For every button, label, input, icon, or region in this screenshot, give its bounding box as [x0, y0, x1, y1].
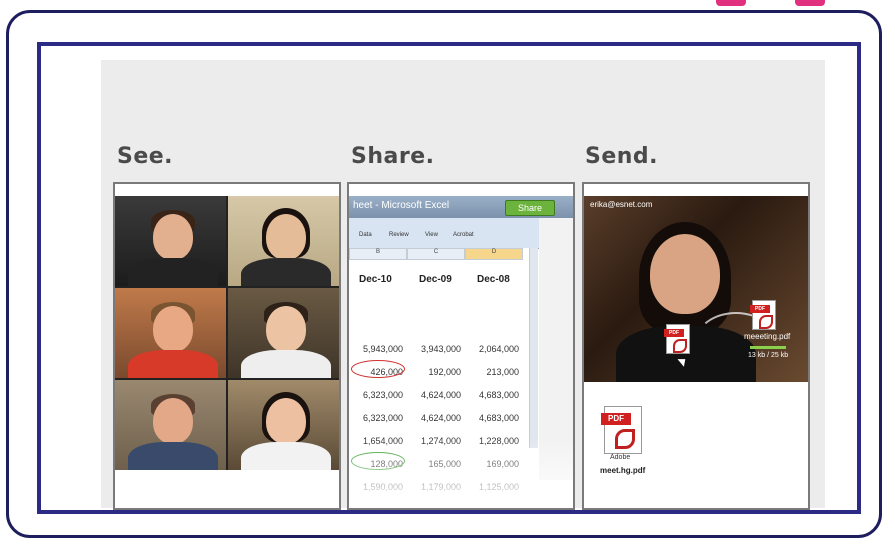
pdf-badge: PDF — [750, 305, 770, 313]
video-tile — [115, 380, 226, 470]
participant-body — [241, 258, 331, 286]
video-tile — [228, 288, 339, 378]
video-tile — [228, 196, 339, 286]
ribbon-tab-review[interactable]: Review — [389, 232, 409, 238]
share-panel: heet - Microsoft Excel Share Data Review… — [347, 182, 575, 510]
excel-ribbon: Data Review View Acrobat — [349, 218, 539, 249]
participant-face — [153, 398, 193, 444]
month-header-dec10: Dec-10 — [359, 274, 392, 285]
acrobat-swirl-icon — [673, 339, 687, 353]
send-video-feed: erika@esnet.com PDF PDF meeeting.pdf 13 … — [584, 196, 808, 382]
table-cell[interactable]: 4,683,000 — [465, 390, 519, 400]
table-cell[interactable]: 213,000 — [465, 367, 519, 377]
participant-face — [153, 306, 193, 352]
corner-badge-2 — [795, 0, 825, 6]
panel-fade — [349, 438, 573, 508]
table-cell[interactable]: 4,624,000 — [407, 413, 461, 423]
pdf-file-icon[interactable]: PDF — [601, 406, 642, 454]
participant-email: erika@esnet.com — [590, 200, 653, 209]
participant-face — [650, 234, 720, 314]
table-cell[interactable]: 5,943,000 — [349, 344, 403, 354]
participant-face — [153, 214, 193, 260]
table-cell[interactable]: 2,064,000 — [465, 344, 519, 354]
table-cell[interactable]: 3,943,000 — [407, 344, 461, 354]
acrobat-swirl-icon — [615, 429, 635, 449]
table-cell[interactable]: 4,683,000 — [465, 413, 519, 423]
see-panel — [113, 182, 341, 510]
column-header-c[interactable]: C — [407, 248, 465, 260]
annotation-circle-red — [351, 360, 405, 378]
month-header-dec08: Dec-08 — [477, 274, 510, 285]
pdf-badge: PDF — [601, 413, 631, 425]
participant-body — [128, 350, 218, 378]
participant-face — [266, 398, 306, 444]
pdf-icon: PDF — [750, 300, 776, 330]
table-cell[interactable]: 192,000 — [407, 367, 461, 377]
adobe-label: Adobe — [610, 454, 631, 461]
excel-window-title: heet - Microsoft Excel — [353, 200, 450, 211]
received-file-name: meet.hg.pdf — [600, 466, 646, 475]
table-cell[interactable]: 6,323,000 — [349, 390, 403, 400]
pdf-icon: PDF — [664, 324, 690, 354]
ribbon-tab-acrobat[interactable]: Acrobat — [453, 232, 474, 238]
send-panel: erika@esnet.com PDF PDF meeeting.pdf 13 … — [582, 182, 810, 510]
acrobat-swirl-icon — [759, 315, 773, 329]
column-header-d[interactable]: D — [465, 248, 523, 260]
ribbon-tab-view[interactable]: View — [425, 232, 438, 238]
share-button[interactable]: Share — [505, 200, 555, 216]
video-tile — [228, 380, 339, 470]
video-content[interactable]: See. Share. Send. heet - Microsoft Excel… — [101, 60, 825, 510]
heading-share: Share. — [351, 144, 435, 169]
corner-badge-1 — [716, 0, 746, 6]
share-button-label: Share — [517, 203, 543, 213]
video-tile — [115, 196, 226, 286]
heading-see: See. — [117, 144, 174, 169]
video-player-frame[interactable]: See. Share. Send. heet - Microsoft Excel… — [37, 42, 861, 514]
video-grid — [115, 196, 339, 470]
pdf-badge: PDF — [664, 329, 684, 337]
participant-body — [241, 350, 331, 378]
participant-face — [266, 306, 306, 352]
sheet-scrollbar[interactable] — [529, 248, 538, 448]
heading-send: Send. — [585, 144, 659, 169]
column-header-b[interactable]: B — [349, 248, 407, 260]
video-tile — [115, 288, 226, 378]
table-cell[interactable]: 4,624,000 — [407, 390, 461, 400]
transfer-status: 13 kb / 25 kb — [748, 352, 789, 359]
participant-body — [241, 442, 331, 470]
month-header-dec09: Dec-09 — [419, 274, 452, 285]
transfer-progress-bar — [750, 346, 786, 349]
participant-body — [128, 258, 218, 286]
participant-body — [128, 442, 218, 470]
ribbon-tab-data[interactable]: Data — [359, 232, 372, 238]
participant-face — [266, 214, 306, 260]
table-cell[interactable]: 6,323,000 — [349, 413, 403, 423]
transfer-file-name: meeeting.pdf — [744, 332, 791, 341]
